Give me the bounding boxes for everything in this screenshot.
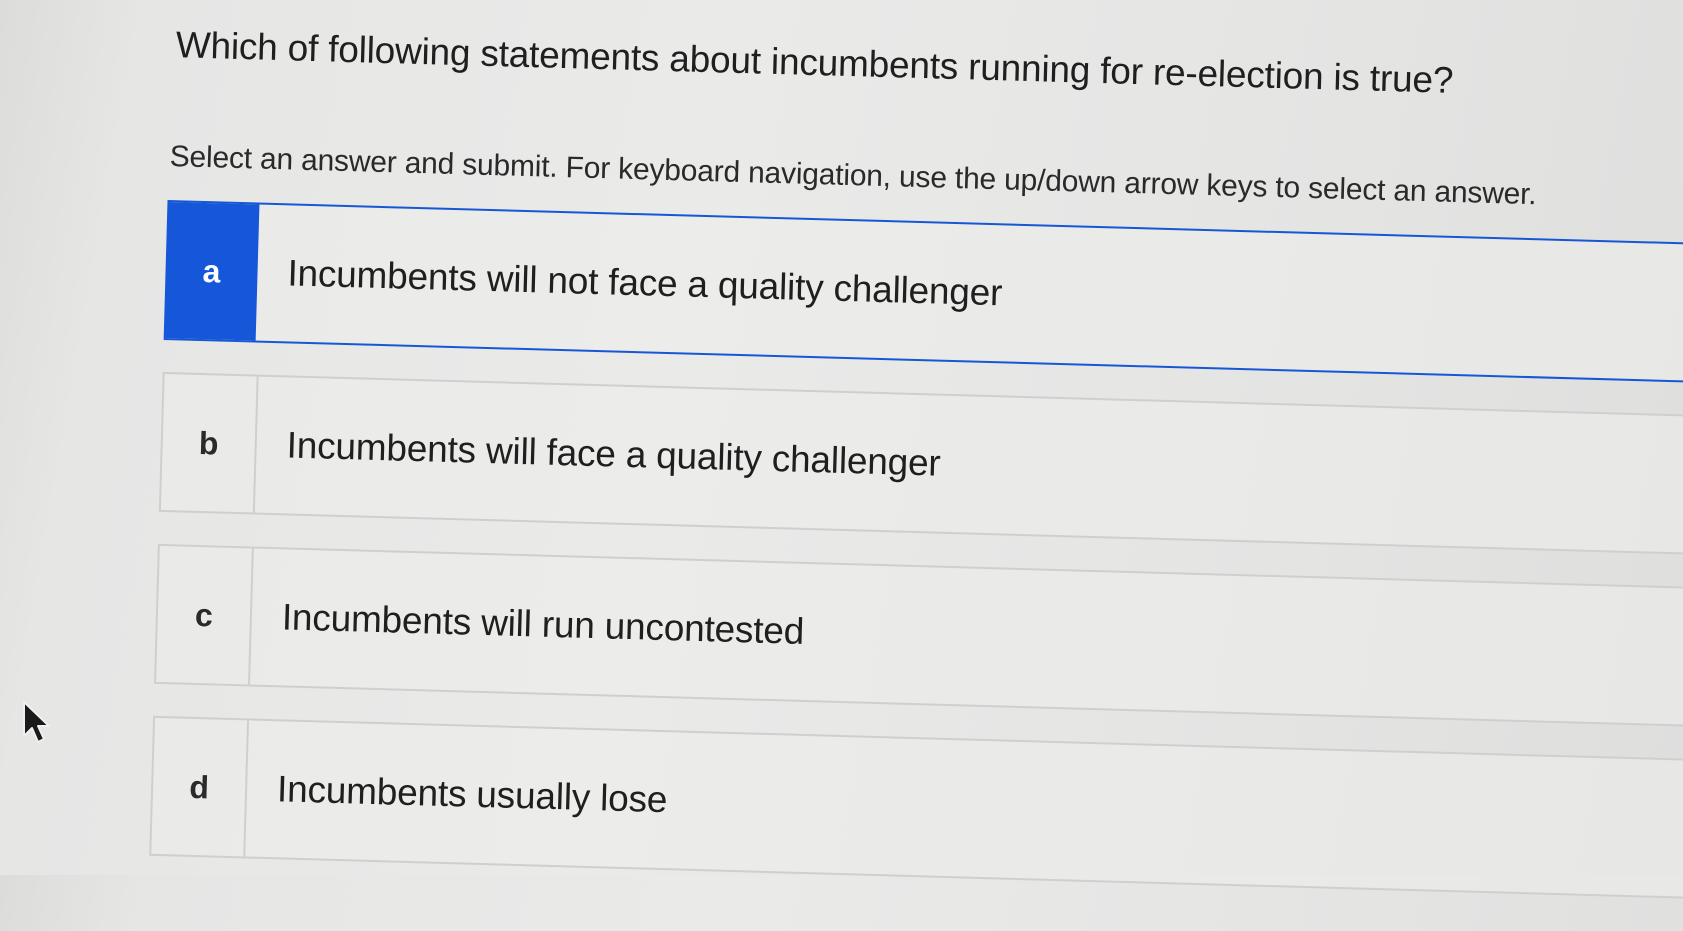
option-letter-b: b <box>160 373 259 513</box>
option-letter-c: c <box>156 545 254 685</box>
option-text-b: Incumbents will face a quality challenge… <box>286 424 942 484</box>
option-letter-a: a <box>163 201 260 341</box>
answer-option-a[interactable]: a Incumbents will not face a quality cha… <box>163 199 1683 384</box>
answer-option-b[interactable]: b Incumbents will face a quality challen… <box>158 371 1683 556</box>
answer-option-c[interactable]: c Incumbents will run uncontested <box>154 543 1683 728</box>
option-text-c: Incumbents will run uncontested <box>281 596 805 652</box>
answer-option-d[interactable]: d Incumbents usually lose <box>149 715 1683 900</box>
answer-options: a Incumbents will not face a quality cha… <box>148 199 1683 931</box>
mouse-pointer-icon <box>23 701 50 743</box>
option-text-d: Incumbents usually lose <box>276 768 668 821</box>
question-text: Which of following statements about incu… <box>175 24 1454 101</box>
option-text-a: Incumbents will not face a quality chall… <box>286 252 1003 314</box>
quiz-page: Which of following statements about incu… <box>0 0 1683 917</box>
option-letter-d: d <box>151 717 250 857</box>
instructions-text: Select an answer and submit. For keyboar… <box>169 140 1537 212</box>
